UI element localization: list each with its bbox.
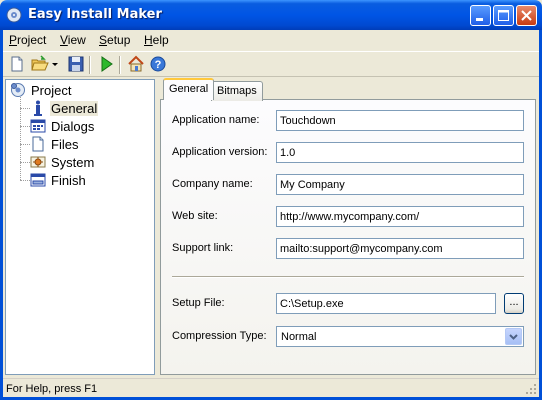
company-name-label: Company name: [172,178,253,190]
home-icon[interactable] [127,55,145,73]
tree-connector [20,180,30,181]
toolbar-separator [89,56,91,74]
setup-file-label: Setup File: [172,297,225,309]
compression-type-value: Normal [281,331,317,343]
window-frame-left [0,30,3,400]
project-icon [11,83,25,97]
tree-connector [20,108,30,109]
tab-bitmaps[interactable]: Bitmaps [211,81,263,101]
tree-item-files[interactable]: Files [30,135,79,153]
form-divider [172,276,524,278]
toolbar-separator [119,56,121,74]
tree-connector [20,97,21,180]
title-bar[interactable]: Easy Install Maker [0,0,542,30]
tree-connector [20,144,30,145]
tree-connector [20,126,30,127]
compression-type-label: Compression Type: [172,330,267,342]
files-icon [32,136,44,152]
chevron-down-icon[interactable] [505,328,522,345]
menu-bar: Project View Setup Help [3,30,539,50]
tab-general[interactable]: General [163,78,215,100]
maximize-button[interactable] [493,5,514,26]
dropdown-arrow-icon[interactable] [50,55,60,73]
menu-help[interactable]: Help [144,33,169,47]
menu-setup[interactable]: Setup [99,33,130,47]
project-tree[interactable]: Project General Dialogs Files System Fin… [5,79,155,375]
support-link-label: Support link: [172,242,234,254]
status-bar: For Help, press F1 [3,378,539,397]
new-file-icon[interactable] [8,55,26,73]
app-name-input[interactable] [276,110,524,131]
tree-item-finish[interactable]: Finish [30,171,87,189]
website-input[interactable] [276,206,524,227]
close-button[interactable] [516,5,537,26]
app-icon [6,7,22,23]
open-folder-icon[interactable] [31,55,49,73]
website-label: Web site: [172,210,218,222]
resize-grip-icon[interactable] [525,383,537,395]
company-name-input[interactable] [276,174,524,195]
menu-project[interactable]: Project [9,33,46,47]
compression-type-select[interactable]: Normal [276,326,524,347]
panel-splitter[interactable] [156,79,159,375]
app-version-label: Application version: [172,146,268,158]
tree-item-dialogs[interactable]: Dialogs [30,117,95,135]
svg-text:?: ? [155,59,162,71]
menu-view[interactable]: View [60,33,86,47]
help-icon[interactable]: ? [149,55,167,73]
browse-button[interactable]: ... [504,293,524,314]
save-icon[interactable] [67,55,85,73]
info-icon [34,100,42,116]
app-name-label: Application name: [172,114,260,126]
support-link-input[interactable] [276,238,524,259]
app-version-input[interactable] [276,142,524,163]
tree-item-general[interactable]: General [30,99,99,117]
run-icon[interactable] [97,55,115,73]
toolbar: ? [3,51,539,77]
tree-item-project[interactable]: Project [10,81,72,99]
window-title: Easy Install Maker [28,7,162,22]
finish-icon [30,173,46,187]
minimize-button[interactable] [470,5,491,26]
setup-file-input[interactable] [276,293,496,314]
system-icon [30,156,46,168]
tree-item-system[interactable]: System [30,153,95,171]
dialogs-icon [30,119,46,133]
tree-connector [20,162,30,163]
status-text: For Help, press F1 [6,383,98,395]
